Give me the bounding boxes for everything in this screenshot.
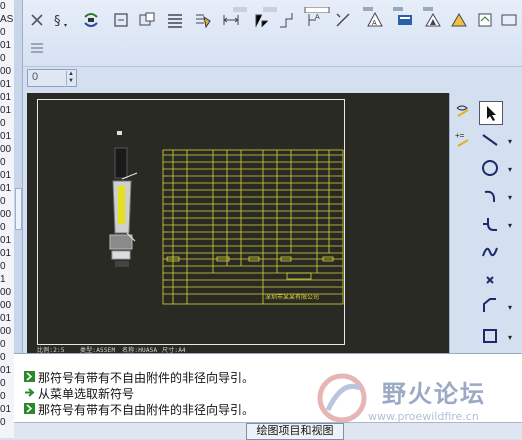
sketch-palette: += ▾ ▾ ▾ ▾ ▾ ▾: [449, 93, 522, 353]
table-icon[interactable]: [165, 10, 185, 30]
gutter-number: 01: [0, 92, 12, 103]
part-model[interactable]: [109, 131, 138, 267]
message-line: 那符号有带有不自由附件的非径向导引。: [38, 403, 255, 417]
dimension-icon[interactable]: [221, 10, 241, 30]
gutter-number: 01: [0, 105, 12, 116]
gutter-number: 0: [0, 27, 6, 38]
arrow-icon: [25, 388, 35, 397]
circle-tool-dropdown[interactable]: ▾: [508, 165, 512, 174]
slash-icon[interactable]: [333, 10, 353, 30]
watermark: 野火论坛 www.proewildfire.cn: [306, 368, 522, 428]
dimension-sketch-icon[interactable]: +=: [453, 129, 475, 151]
gutter-number: 01: [0, 313, 12, 324]
arc-tool-dropdown[interactable]: ▾: [508, 193, 512, 202]
flip-icon[interactable]: [193, 10, 213, 30]
gutter-number: 01: [0, 79, 12, 90]
gutter-number: 0: [0, 53, 6, 64]
svg-text:§: §: [54, 14, 61, 29]
fillet-tool-dropdown[interactable]: ▾: [508, 221, 512, 230]
svg-text:A: A: [372, 20, 377, 27]
rectangle-tool-dropdown[interactable]: ▾: [508, 333, 512, 342]
gutter-number: 0: [0, 222, 6, 233]
svg-text:+=: +=: [455, 131, 465, 140]
spinner-arrows[interactable]: ▲ ▼: [66, 71, 75, 85]
note-icon[interactable]: A: [305, 10, 325, 30]
sheet-icon[interactable]: [449, 10, 469, 30]
datum-icon[interactable]: [277, 10, 297, 30]
gutter-number: 00: [0, 66, 12, 77]
regenerate-icon[interactable]: [81, 10, 101, 30]
gutter-number: 0: [0, 196, 6, 207]
spinner-value: 0: [32, 71, 39, 83]
gutter-number: 01: [0, 404, 12, 415]
gutter-number: 01: [0, 170, 12, 181]
repaint-icon[interactable]: [111, 10, 131, 30]
cancel-icon[interactable]: [27, 10, 47, 30]
triangle-icon[interactable]: [423, 10, 443, 30]
gutter-number: 0: [0, 391, 6, 402]
chamfer-tool-dropdown[interactable]: ▾: [508, 303, 512, 312]
svg-text:▾: ▾: [64, 23, 67, 29]
selection-filter-button[interactable]: 绘图项目和视图: [246, 423, 344, 440]
gutter-number: 00: [0, 287, 12, 298]
gutter-number: AS: [0, 14, 14, 25]
toolbar: § ▾ A A: [23, 0, 522, 67]
gutter-number: 0: [0, 352, 6, 363]
import-icon[interactable]: [475, 10, 495, 30]
info-icon: [24, 403, 35, 414]
line-tool-dropdown[interactable]: ▾: [508, 137, 512, 146]
circle-tool-icon[interactable]: [479, 157, 501, 179]
gutter-number: 0: [0, 261, 6, 272]
gutter-number: 0: [0, 378, 6, 389]
axis-icon[interactable]: [251, 10, 271, 30]
dock-grip[interactable]: [15, 188, 22, 230]
line-tool-icon[interactable]: [479, 129, 501, 151]
spinner-input[interactable]: 0 ▲ ▼: [27, 69, 77, 87]
message-line: 那符号有带有不自由附件的非径向导引。: [38, 371, 255, 385]
title-block-table: [162, 149, 344, 305]
gutter-number: 00: [0, 209, 12, 220]
gutter-number: 0: [0, 1, 6, 12]
gutter-number: 01: [0, 235, 12, 246]
gutter-number: 01: [0, 40, 12, 51]
chamfer-tool-icon[interactable]: [479, 295, 501, 317]
gutter-number: 00: [0, 326, 12, 337]
gutter-number: 01: [0, 183, 12, 194]
message-line: 从菜单选取新符号: [38, 387, 135, 401]
extra-icon[interactable]: [499, 10, 519, 30]
gutter-number: 0: [0, 339, 6, 350]
svg-text:A: A: [315, 14, 320, 21]
gutter-number: 0: [0, 157, 6, 168]
refit-icon[interactable]: [137, 10, 157, 30]
toolbar-row-top: [233, 0, 513, 14]
gutter-number: 00: [0, 144, 12, 155]
gutter-number: 00: [0, 300, 12, 311]
spline-tool-icon[interactable]: [479, 241, 501, 263]
text-style-icon[interactable]: A: [365, 10, 385, 30]
view-icon[interactable]: [395, 10, 415, 30]
left-gutter: 0 AS 0 01 0 00 01 01 01 0 01 00 0 01 01 0 00 0 01 01 0 1 00 00 0…: [0, 0, 15, 438]
info-icon: [24, 371, 35, 382]
hatch-tool-icon[interactable]: [453, 101, 475, 123]
point-tool-icon[interactable]: [479, 269, 501, 291]
watermark-title: 野火论坛: [382, 380, 486, 408]
company-label: 深圳市某某有限公司: [265, 293, 319, 301]
layer-icon[interactable]: [27, 38, 47, 58]
gutter-number: 0: [0, 417, 6, 428]
gutter-number: 0: [0, 118, 6, 129]
sort-icon[interactable]: § ▾: [51, 10, 71, 30]
gutter-number: 1: [0, 274, 6, 285]
gutter-number: 01: [0, 365, 12, 376]
arc-tool-icon[interactable]: [479, 185, 501, 207]
gutter-number: 01: [0, 248, 12, 259]
watermark-logo-icon: [317, 373, 367, 423]
drawing-content: 深圳市某某有限公司: [109, 131, 344, 305]
select-arrow-icon[interactable]: [479, 101, 503, 125]
rectangle-tool-icon[interactable]: [479, 325, 501, 347]
fillet-tool-icon[interactable]: [479, 213, 501, 235]
gutter-number: 01: [0, 131, 12, 142]
